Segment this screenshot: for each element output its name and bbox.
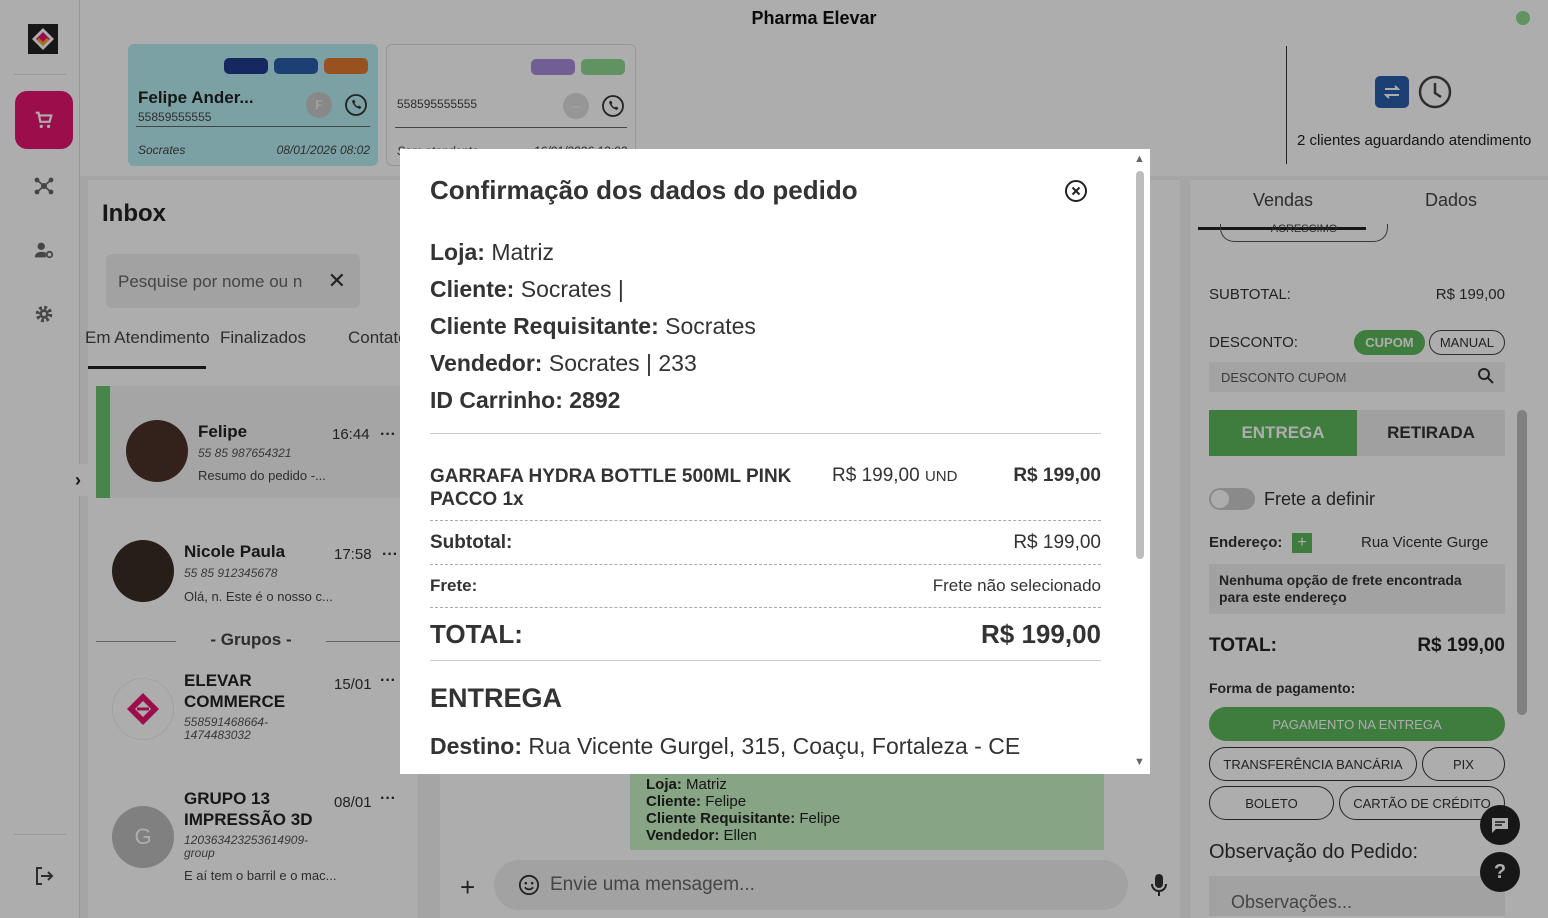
item-total: R$ 199,00 [1013, 465, 1101, 486]
loja-label: Loja: [430, 239, 485, 265]
cliente-label: Cliente: [430, 276, 515, 302]
total-value: R$ 199,00 [981, 619, 1101, 649]
cliente-value: Socrates | [520, 276, 624, 302]
destino-label: Destino: [430, 733, 522, 759]
carrinho-label: ID Carrinho: [430, 387, 563, 413]
item-unit-price: R$ 199,00 [832, 465, 920, 486]
order-confirmation-modal: Confirmação dos dados do pedido Loja: Ma… [400, 149, 1150, 774]
scroll-up-icon[interactable]: ▲ [1134, 153, 1145, 165]
modal-title: Confirmação dos dados do pedido [430, 175, 858, 205]
scroll-down-icon[interactable]: ▼ [1134, 756, 1145, 768]
destino-value: Rua Vicente Gurgel, 315, Coaçu, Fortalez… [528, 733, 1021, 759]
loja-value: Matriz [491, 239, 554, 265]
carrinho-value: 2892 [569, 387, 621, 413]
subtotal-value: R$ 199,00 [1013, 532, 1101, 553]
frete-label: Frete: [430, 576, 478, 595]
vendedor-value: Socrates | 233 [548, 350, 697, 376]
requisitante-value: Socrates [665, 313, 756, 339]
total-label: TOTAL: [430, 619, 523, 649]
vendedor-label: Vendedor: [430, 350, 543, 376]
item-name: GARRAFA HYDRA BOTTLE 500ML PINK PACCO 1x [430, 466, 792, 510]
entrega-heading: ENTREGA [430, 683, 563, 713]
close-icon[interactable] [1064, 179, 1088, 203]
frete-value: Frete não selecionado [932, 576, 1101, 595]
modal-scrollbar[interactable] [1136, 171, 1144, 559]
item-unit: UND [924, 468, 958, 485]
requisitante-label: Cliente Requisitante: [430, 313, 659, 339]
subtotal-label: Subtotal: [430, 532, 513, 553]
